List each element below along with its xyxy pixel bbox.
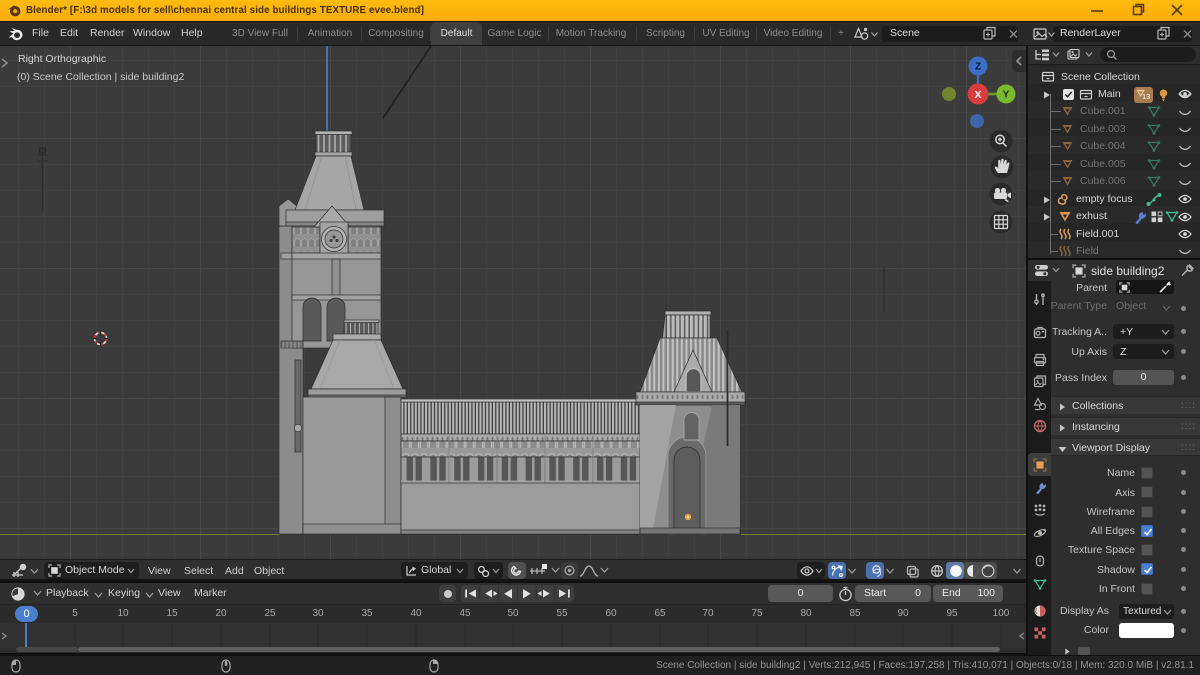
svg-text:Z: Z [975,62,981,73]
svg-text:X: X [974,89,981,101]
svg-text:Y: Y [1003,90,1010,101]
